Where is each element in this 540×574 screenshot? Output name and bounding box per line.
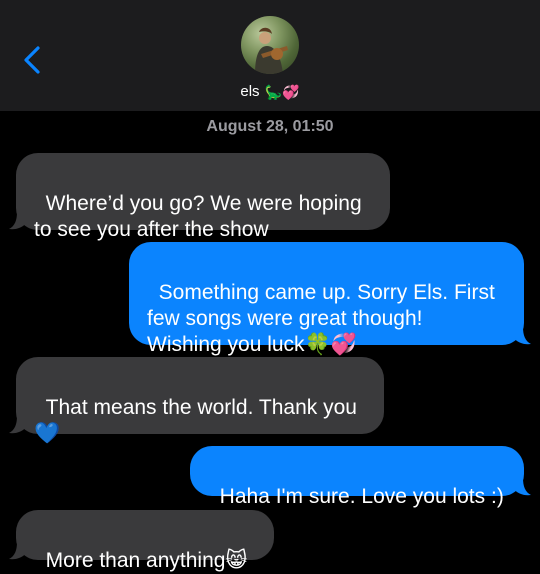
thread-timestamp: August 28, 01:50 (206, 118, 334, 135)
bubble-tail (513, 327, 531, 345)
received-message[interactable]: More than anything😸 (16, 510, 274, 572)
received-message[interactable]: Where’d you go? We were hoping to see yo… (16, 153, 390, 241)
back-button[interactable] (14, 40, 54, 80)
bubble-tail (9, 212, 27, 230)
chevron-left-icon (24, 46, 40, 74)
message-text: Where’d you go? We were hoping to see yo… (34, 192, 362, 241)
bubble-tail (9, 416, 27, 434)
contact-emoji: 🦕💞 (264, 84, 300, 101)
message-text: Something came up. Sorry Els. First few … (147, 281, 495, 356)
message-text: That means the world. Thank you 💙 (34, 396, 357, 445)
bubble-tail (513, 478, 531, 496)
message-text: More than anything😸 (45, 549, 248, 572)
contact-avatar[interactable] (241, 16, 299, 74)
sent-message[interactable]: Haha I'm sure. Love you lots :) (190, 446, 524, 508)
conversation-header: els 🦕💞 (0, 0, 540, 111)
message-text: Haha I'm sure. Love you lots :) (219, 485, 504, 508)
received-message[interactable]: That means the world. Thank you 💙 (16, 357, 384, 445)
contact-name-text: els (240, 83, 260, 101)
contact-name[interactable]: els 🦕💞 (0, 82, 540, 102)
sent-message[interactable]: Something came up. Sorry Els. First few … (129, 242, 524, 356)
bubble-tail (9, 542, 27, 560)
